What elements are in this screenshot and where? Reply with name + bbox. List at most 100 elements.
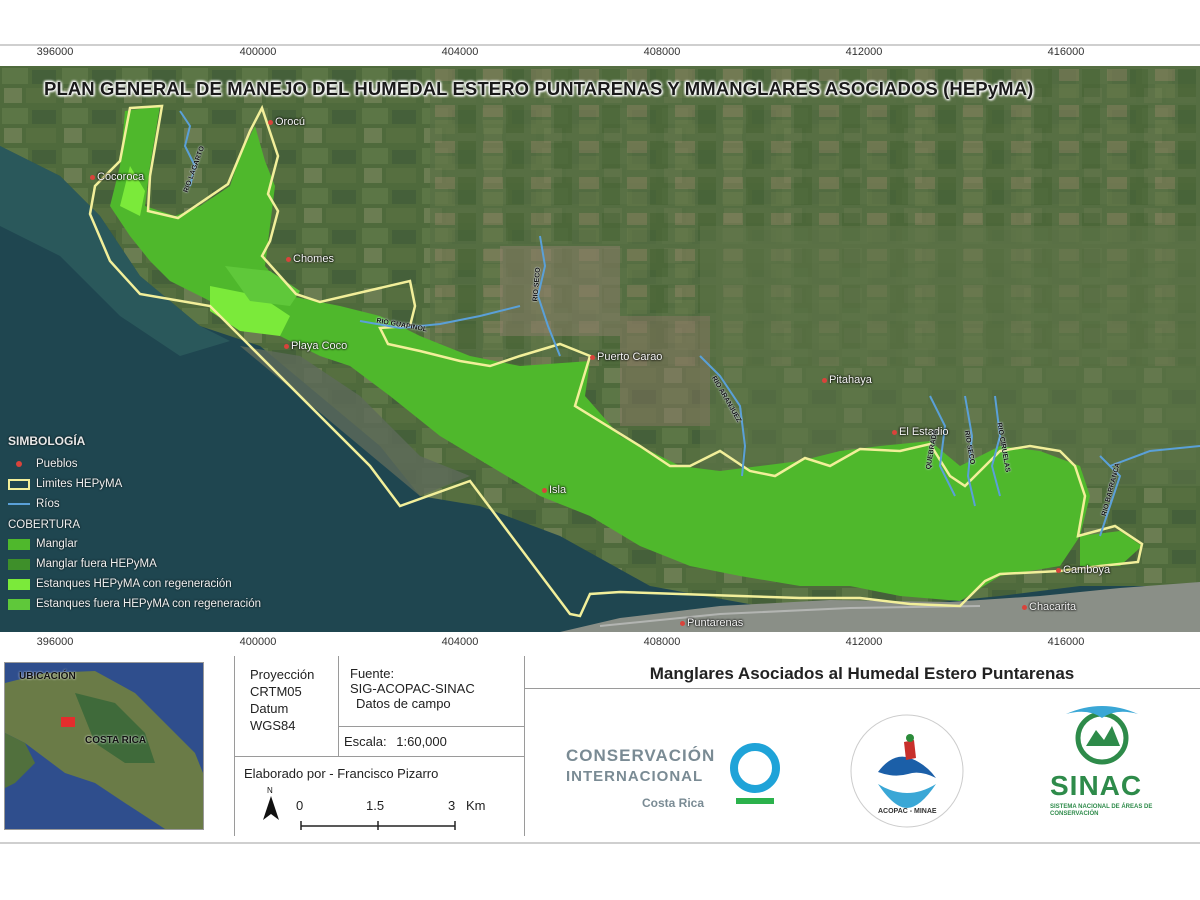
town-dot-icon: [284, 343, 289, 349]
scale-tick-label: 3: [448, 798, 456, 813]
place-el-estadio: El Estadio: [892, 426, 949, 438]
ci-logo-text: CONSERVACIÓN: [566, 746, 716, 765]
legend-item-pueblos: Pueblos: [8, 454, 348, 474]
author: Elaborado por - Francisco Pizarro: [244, 766, 439, 781]
legend-label: Estanques fuera HEPyMA con regeneración: [36, 598, 262, 610]
town-dot-icon: [90, 174, 95, 180]
place-label: Puerto Carao: [597, 351, 663, 363]
place-label: Camboya: [1063, 564, 1111, 576]
projection-value: CRTM05: [250, 684, 302, 699]
legend-label: Estanques HEPyMA con regeneración: [36, 578, 232, 590]
boundary-line-icon: [8, 478, 30, 490]
sinac-logo-subtext: SISTEMA NACIONAL DE ÁREAS DE CONSERVACIÓ…: [1050, 804, 1153, 817]
town-dot-icon: [590, 354, 595, 360]
divider: [524, 688, 1200, 689]
coord-label: 404000: [441, 46, 479, 58]
manglar-fuera-swatch: [8, 558, 30, 570]
town-dot-icon: [8, 459, 30, 470]
inset-canvas: [5, 663, 203, 829]
north-arrow-icon: N: [262, 786, 280, 822]
scale-value: 1:60,000: [396, 734, 447, 749]
place-puntarenas: Puntarenas: [680, 617, 743, 629]
divider: [234, 656, 235, 836]
coord-label: 412000: [845, 46, 883, 58]
legend-item-estanques-fuera: Estanques fuera HEPyMA con regeneración: [8, 594, 348, 614]
coord-label: 404000: [441, 636, 479, 648]
place-label: Puntarenas: [687, 617, 744, 629]
datum-value: WGS84: [250, 718, 296, 733]
place-playa-coco: Playa Coco: [284, 340, 347, 352]
legend-item-limites: Limites HEPyMA: [8, 474, 348, 494]
inset-country-label: COSTA RICA: [85, 735, 147, 746]
projection-label: Proyección: [250, 667, 315, 682]
scale-tick-label: 1.5: [366, 798, 385, 813]
acopac-logo-text: ACOPAC - MINAE: [878, 808, 937, 815]
town-dot-icon: [1022, 604, 1027, 610]
town-dot-icon: [892, 429, 897, 435]
coord-label: 408000: [643, 46, 681, 58]
map-title: PLAN GENERAL DE MANEJO DEL HUMEDAL ESTER…: [44, 78, 1034, 99]
sinac-logo-icon: [1066, 706, 1138, 765]
place-chomes: Chomes: [286, 253, 334, 265]
scale-label: Escala:: [344, 734, 387, 749]
scale-bar: [300, 821, 456, 830]
sinac-logo-text: SINAC: [1050, 770, 1143, 801]
map-view[interactable]: Orocú Cocoroca Chomes Playa Coco Puerto …: [0, 66, 1200, 632]
river-line-icon: [8, 503, 30, 505]
acopac-logo: ACOPAC - MINAE: [848, 712, 966, 830]
legend-item-rios: Ríos: [8, 494, 348, 514]
place-chacarita: Chacarita: [1022, 601, 1076, 613]
estanques-swatch: [8, 578, 30, 590]
scale-text: Escala: 1:60,000: [344, 734, 447, 749]
place-isla: Isla: [542, 484, 566, 496]
subtitle: Manglares Asociados al Humedal Estero Pu…: [649, 664, 1075, 683]
place-label: Chomes: [293, 253, 334, 265]
map-legend: SIMBOLOGÍA Pueblos Limites HEPyMA Ríos C…: [8, 434, 348, 614]
source-value: Datos de campo: [356, 696, 451, 711]
legend-item-manglar-fuera: Manglar fuera HEPyMA: [8, 554, 348, 574]
coord-label: 400000: [239, 636, 277, 648]
location-inset-map: UBICACIÓN COSTA RICA: [4, 662, 204, 830]
place-label: Isla: [549, 484, 567, 496]
source-block: Fuente: SIG-ACOPAC-SINAC Datos de campo: [350, 666, 475, 711]
projection-block: Proyección CRTM05 Datum WGS84: [250, 666, 314, 734]
source-value: SIG-ACOPAC-SINAC: [350, 681, 475, 696]
coord-label: 408000: [643, 636, 681, 648]
conservacion-internacional-logo: CONSERVACIÓN INTERNACIONAL Costa Rica: [566, 742, 796, 822]
town-dot-icon: [822, 377, 827, 383]
town-dot-icon: [680, 620, 685, 626]
town-dot-icon: [268, 119, 273, 125]
coord-label: 416000: [1047, 46, 1085, 58]
legend-item-manglar: Manglar: [8, 534, 348, 554]
top-coordinates: 396000 400000 404000 408000 412000 41600…: [0, 46, 1200, 66]
divider: [234, 756, 524, 757]
ci-logo-text: INTERNACIONAL: [566, 768, 704, 785]
legend-label: Ríos: [36, 498, 60, 510]
place-label: Cocoroca: [97, 171, 145, 183]
place-label: Pitahaya: [829, 374, 872, 386]
scale-unit: Km: [466, 798, 486, 813]
sinac-logo: SINAC SISTEMA NACIONAL DE ÁREAS DE CONSE…: [1046, 700, 1158, 830]
place-puerto-carao: Puerto Carao: [590, 351, 662, 363]
town-dot-icon: [286, 256, 291, 262]
place-label: Chacarita: [1029, 601, 1077, 613]
coord-label: 396000: [36, 636, 74, 648]
source-label: Fuente:: [350, 666, 395, 681]
place-camboya: Camboya: [1056, 564, 1110, 576]
coord-label: 412000: [845, 636, 883, 648]
place-pitahaya: Pitahaya: [822, 374, 872, 386]
north-label: N: [267, 786, 273, 795]
inset-location-label: UBICACIÓN: [19, 671, 76, 682]
ci-logo-text: Costa Rica: [642, 796, 705, 810]
coord-label: 416000: [1047, 636, 1085, 648]
place-label: El Estadio: [899, 426, 949, 438]
info-panel: UBICACIÓN COSTA RICA Proyección CRTM05 D…: [0, 650, 1200, 836]
town-dot-icon: [1056, 567, 1061, 573]
town-dot-icon: [542, 487, 547, 493]
legend-item-estanques: Estanques HEPyMA con regeneración: [8, 574, 348, 594]
divider: [338, 726, 524, 727]
manglar-swatch: [8, 538, 30, 550]
datum-label: Datum: [250, 701, 289, 716]
place-label: Orocú: [275, 116, 305, 128]
place-label: Playa Coco: [291, 340, 348, 352]
